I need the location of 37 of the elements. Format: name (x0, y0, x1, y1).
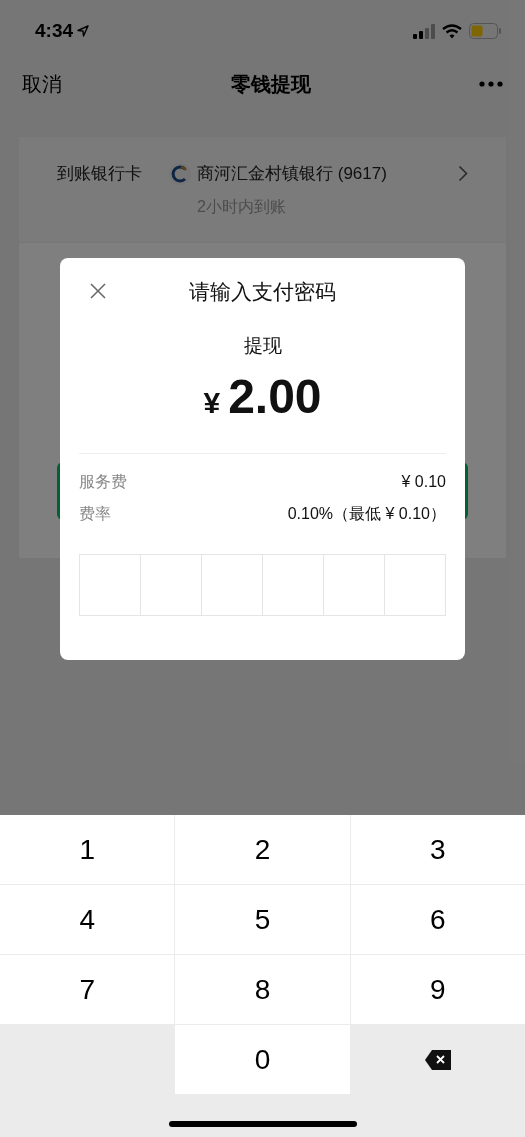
keypad-key[interactable]: 0 (175, 1025, 350, 1094)
bank-name: 商河汇金村镇银行 (9617) (197, 163, 388, 185)
bank-card-label: 到账银行卡 (57, 163, 143, 185)
keypad-key[interactable]: 8 (175, 955, 350, 1024)
pin-digit-box[interactable] (323, 553, 385, 616)
dialog-subtitle: 提现 (243, 334, 282, 358)
backspace-icon[interactable] (424, 1049, 451, 1070)
page-title: 零钱提现 (230, 72, 311, 97)
keypad-key[interactable]: 9 (350, 955, 525, 1024)
keypad-key[interactable]: 3 (350, 815, 525, 884)
keypad-key[interactable]: 2 (175, 815, 350, 884)
pin-digit-box[interactable] (140, 553, 202, 616)
fee-label: 服务费 (79, 471, 127, 492)
more-icon[interactable] (479, 81, 503, 87)
wifi-icon (442, 23, 462, 39)
amount-value: 2.00 (228, 372, 322, 421)
pin-digit-box[interactable] (201, 553, 263, 616)
fee-label: 费率 (79, 503, 111, 524)
chevron-right-icon (458, 165, 468, 183)
pin-digit-box[interactable] (79, 553, 141, 616)
keypad-key[interactable]: 7 (0, 955, 175, 1024)
fee-value: ¥ 0.10 (401, 471, 446, 492)
cancel-button[interactable]: 取消 (22, 69, 62, 99)
close-icon[interactable] (90, 283, 106, 299)
location-arrow-icon (77, 25, 90, 37)
pin-digit-box[interactable] (384, 553, 446, 616)
pin-digit-box[interactable] (262, 553, 324, 616)
status-time: 4:34 (35, 18, 74, 43)
fee-value: 0.10%（最低 ¥ 0.10） (287, 503, 446, 524)
dialog-title: 请输入支付密码 (189, 278, 336, 305)
keypad-key[interactable]: 1 (0, 815, 175, 884)
keypad-key[interactable]: 6 (350, 885, 525, 954)
signal-icon (413, 23, 435, 39)
keypad-key[interactable]: 5 (175, 885, 350, 954)
battery-icon (469, 23, 501, 39)
keypad-key[interactable]: 4 (0, 885, 175, 954)
currency-symbol: ¥ (203, 384, 221, 421)
